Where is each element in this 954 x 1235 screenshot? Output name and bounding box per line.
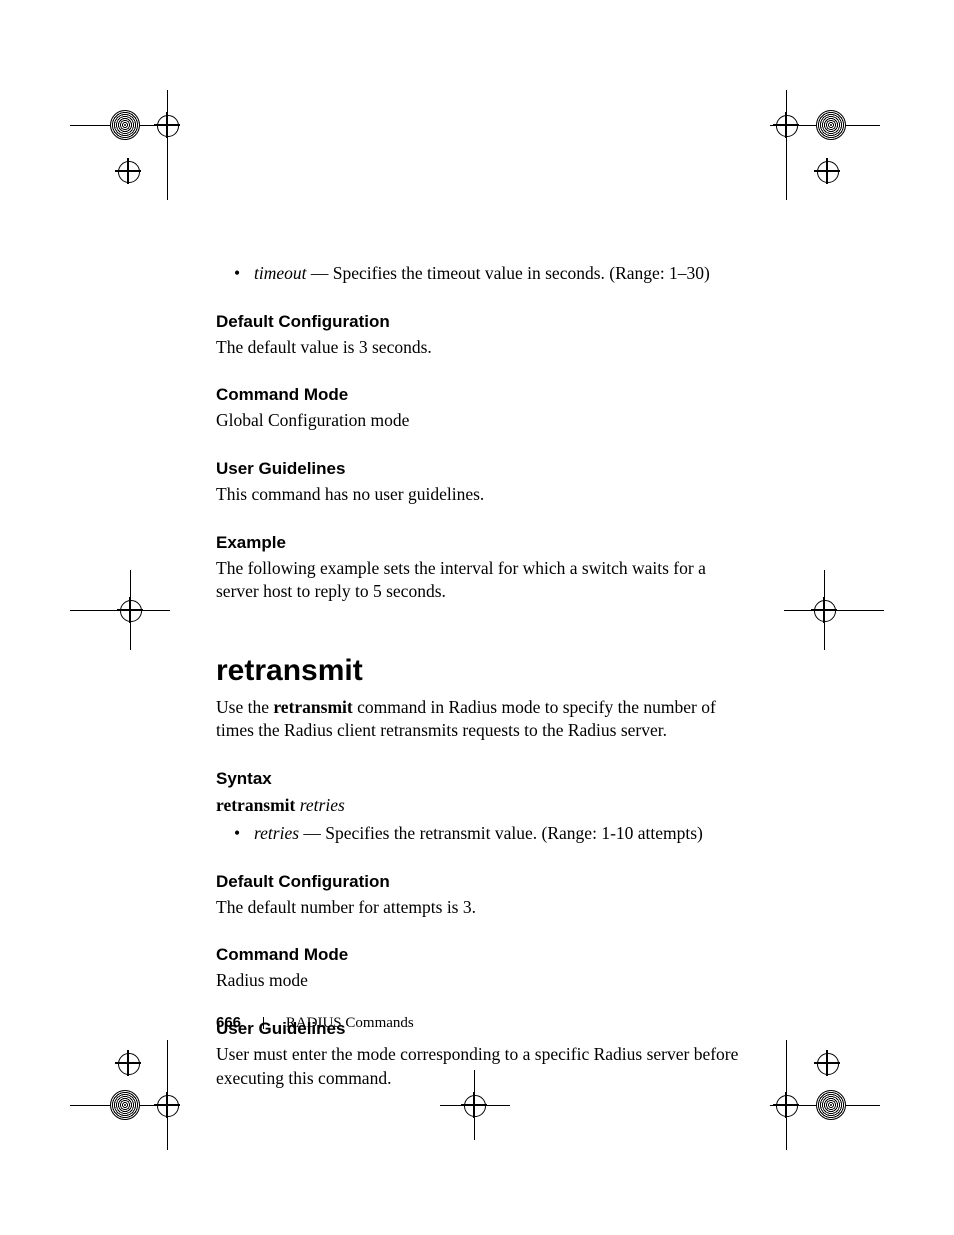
registration-target-icon bbox=[154, 1092, 180, 1118]
registration-dot-icon bbox=[110, 1090, 140, 1120]
registration-target-icon bbox=[814, 158, 840, 184]
body-text: The default number for attempts is 3. bbox=[216, 896, 746, 920]
syntax-line: retransmit retries bbox=[216, 795, 746, 816]
crop-line bbox=[167, 90, 168, 200]
command-title: retransmit bbox=[216, 654, 746, 688]
heading-command-mode: Command Mode bbox=[216, 385, 746, 405]
body-text: User must enter the mode corresponding t… bbox=[216, 1043, 746, 1090]
registration-dot-icon bbox=[816, 110, 846, 140]
heading-user-guidelines: User Guidelines bbox=[216, 459, 746, 479]
page-content: timeout — Specifies the timeout value in… bbox=[216, 256, 746, 1090]
command-intro: Use the retransmit command in Radius mod… bbox=[216, 696, 746, 743]
param-name: retries bbox=[254, 823, 299, 843]
heading-syntax: Syntax bbox=[216, 769, 746, 789]
param-desc: — Specifies the retransmit value. (Range… bbox=[299, 823, 703, 843]
command-name: retransmit bbox=[273, 697, 352, 717]
registration-target-icon bbox=[811, 597, 837, 623]
body-text: The following example sets the interval … bbox=[216, 557, 746, 604]
body-text: This command has no user guidelines. bbox=[216, 483, 746, 507]
registration-target-icon bbox=[814, 1050, 840, 1076]
footer-divider bbox=[263, 1017, 264, 1029]
body-text: Radius mode bbox=[216, 969, 746, 993]
page-number: 666 bbox=[216, 1014, 241, 1031]
bullet-timeout: timeout — Specifies the timeout value in… bbox=[234, 262, 746, 286]
param-desc: — Specifies the timeout value in seconds… bbox=[307, 263, 710, 283]
registration-dot-icon bbox=[816, 1090, 846, 1120]
registration-target-icon bbox=[154, 112, 180, 138]
text: Use the bbox=[216, 697, 273, 717]
bullet-retries: retries — Specifies the retransmit value… bbox=[234, 822, 746, 846]
registration-target-icon bbox=[773, 1092, 799, 1118]
body-text: Global Configuration mode bbox=[216, 409, 746, 433]
body-text: The default value is 3 seconds. bbox=[216, 336, 746, 360]
param-name: timeout bbox=[254, 263, 307, 283]
registration-target-icon bbox=[461, 1092, 487, 1118]
heading-example: Example bbox=[216, 533, 746, 553]
registration-target-icon bbox=[115, 1050, 141, 1076]
registration-target-icon bbox=[115, 158, 141, 184]
heading-default-configuration: Default Configuration bbox=[216, 872, 746, 892]
registration-target-icon bbox=[117, 597, 143, 623]
page: timeout — Specifies the timeout value in… bbox=[0, 0, 954, 1235]
heading-default-configuration: Default Configuration bbox=[216, 312, 746, 332]
crop-line bbox=[786, 90, 787, 200]
registration-target-icon bbox=[773, 112, 799, 138]
registration-dot-icon bbox=[110, 110, 140, 140]
footer-section-name: RADIUS Commands bbox=[286, 1015, 414, 1031]
page-footer: 666 RADIUS Commands bbox=[216, 1014, 414, 1032]
syntax-command: retransmit bbox=[216, 795, 295, 815]
heading-command-mode: Command Mode bbox=[216, 945, 746, 965]
syntax-arg: retries bbox=[300, 795, 345, 815]
